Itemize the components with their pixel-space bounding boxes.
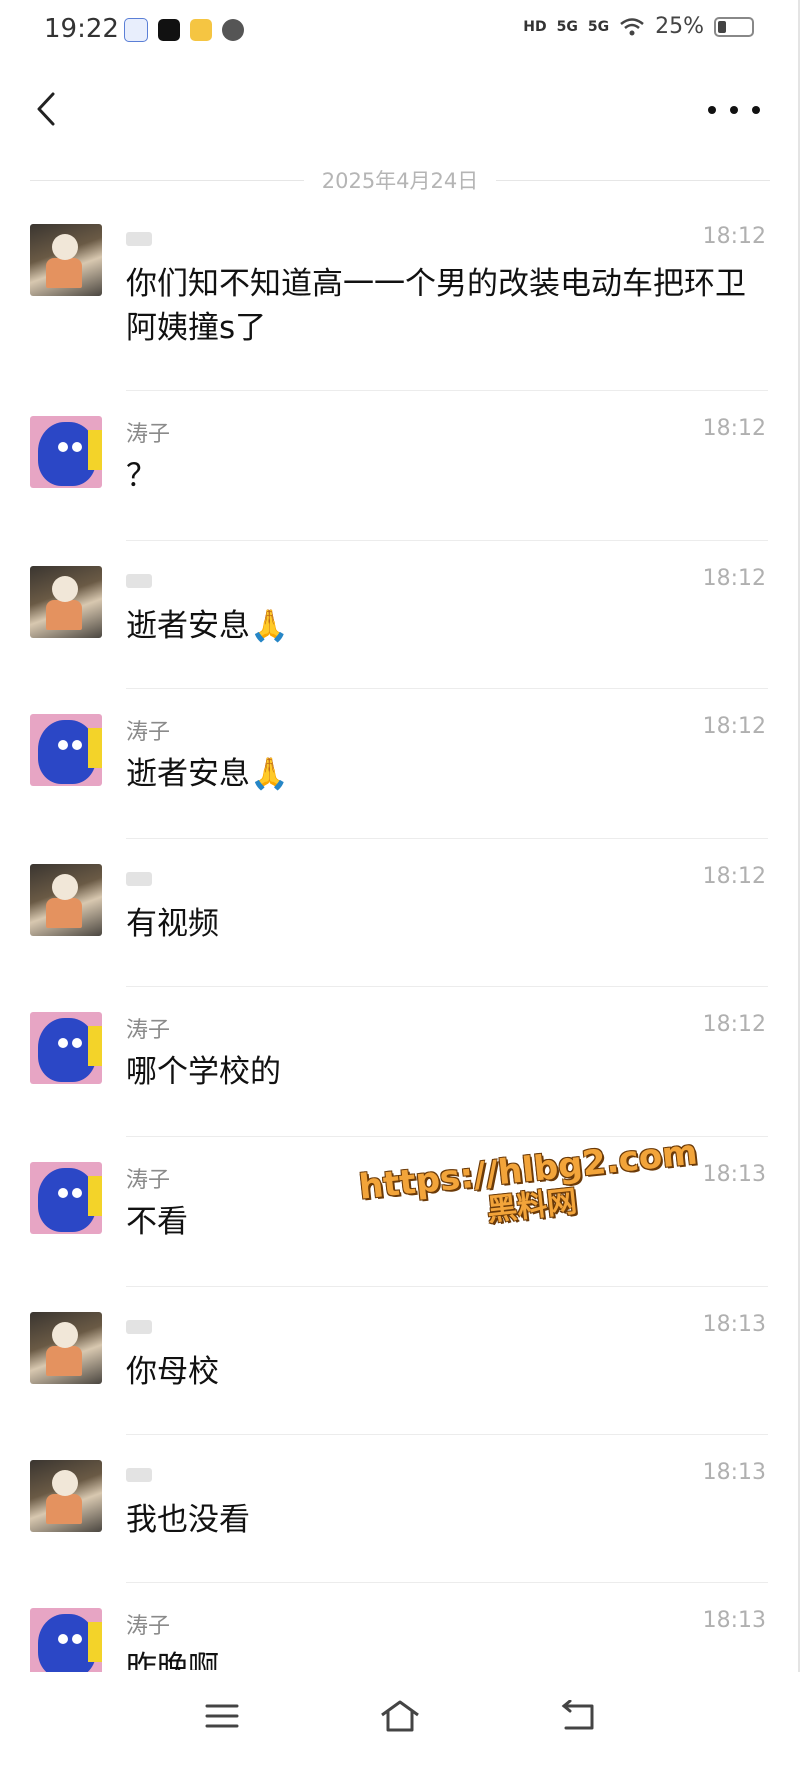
battery-percent: 25%: [655, 14, 704, 39]
avatar[interactable]: [30, 714, 102, 786]
sender-name: 涛子: [126, 1168, 171, 1193]
return-icon: [561, 1700, 594, 1730]
message-divider: [126, 688, 768, 689]
wifi-icon: [620, 17, 644, 35]
status-indicators: HD 5G 5G 25%: [523, 14, 754, 39]
message-text: 昨晚啊: [126, 1650, 219, 1670]
sender-name-image: [126, 1312, 152, 1338]
message-text: 你们知不知道高一一个男的改装电动车把环卫阿姨撞s了: [126, 266, 746, 346]
chat-header: [0, 70, 800, 150]
menu-button[interactable]: [196, 1694, 248, 1738]
sender-name-image: [126, 566, 152, 592]
more-button[interactable]: [708, 92, 760, 128]
avatar[interactable]: [30, 1162, 102, 1234]
sender-name: 涛子: [126, 720, 171, 745]
return-button[interactable]: [552, 1694, 604, 1738]
status-time: 19:22: [44, 14, 119, 44]
message-text: 我也没看: [126, 1502, 250, 1538]
sender-name: 涛子: [126, 1018, 171, 1043]
message-time: 18:12: [702, 416, 766, 441]
home-icon: [381, 1700, 419, 1732]
message-text: 逝者安息🙏: [126, 608, 289, 644]
back-button[interactable]: [24, 84, 68, 134]
sender-name-image: [126, 864, 152, 890]
message-divider: [126, 1286, 768, 1287]
home-button[interactable]: [374, 1694, 426, 1738]
message-divider: [126, 1582, 768, 1583]
message-time: 18:12: [702, 714, 766, 739]
tiktok-app-icon: [158, 19, 180, 41]
message-time: 18:12: [702, 1012, 766, 1037]
avatar[interactable]: [30, 416, 102, 488]
avatar[interactable]: [30, 864, 102, 936]
date-label: 2025年4月24日: [321, 169, 479, 193]
message-text: 有视频: [126, 906, 219, 942]
message-time: 18:13: [702, 1608, 766, 1633]
status-bar: 19:22 HD 5G 5G 25%: [0, 0, 800, 60]
more-dot: [752, 106, 760, 114]
sender-name-image: [126, 1460, 152, 1486]
message-divider: [126, 390, 768, 391]
menu-icon: [205, 1704, 239, 1728]
message-divider: [126, 1434, 768, 1435]
avatar[interactable]: [30, 1012, 102, 1084]
status-app-icons: [124, 18, 244, 42]
chevron-left-icon: [37, 92, 55, 126]
avatar[interactable]: [30, 1460, 102, 1532]
message-text: 哪个学校的: [126, 1054, 281, 1090]
avatar[interactable]: [30, 566, 102, 638]
message-text: 你母校: [126, 1354, 219, 1390]
date-separator: 2025年4月24日: [30, 160, 770, 200]
sender-name: 涛子: [126, 1614, 171, 1639]
avatar[interactable]: [30, 224, 102, 296]
message-text: 逝者安息🙏: [126, 756, 289, 792]
message-time: 18:12: [702, 224, 766, 249]
message-app-icon: [222, 19, 244, 41]
avatar[interactable]: [30, 1608, 102, 1680]
weibo-app-icon: [190, 19, 212, 41]
message-time: 18:13: [702, 1162, 766, 1187]
avatar[interactable]: [30, 1312, 102, 1384]
more-dot: [708, 106, 716, 114]
message-time: 18:13: [702, 1460, 766, 1485]
system-nav-bar: [0, 1672, 800, 1769]
battery-icon: [714, 16, 754, 37]
more-dot: [730, 106, 738, 114]
signal-icon-2: 5G: [587, 18, 610, 35]
message-divider: [126, 986, 768, 987]
sender-name-image: [126, 224, 152, 250]
message-time: 18:13: [702, 1312, 766, 1337]
sender-name: 涛子: [126, 422, 171, 447]
signal-icon-1: 5G: [556, 18, 578, 35]
message-time: 18:12: [702, 864, 766, 889]
message-time: 18:12: [702, 566, 766, 591]
message-divider: [126, 838, 768, 839]
hd-icon: HD: [523, 18, 547, 35]
message-text: ？: [126, 458, 157, 494]
message-divider: [126, 540, 768, 541]
paw-app-icon: [124, 18, 148, 42]
